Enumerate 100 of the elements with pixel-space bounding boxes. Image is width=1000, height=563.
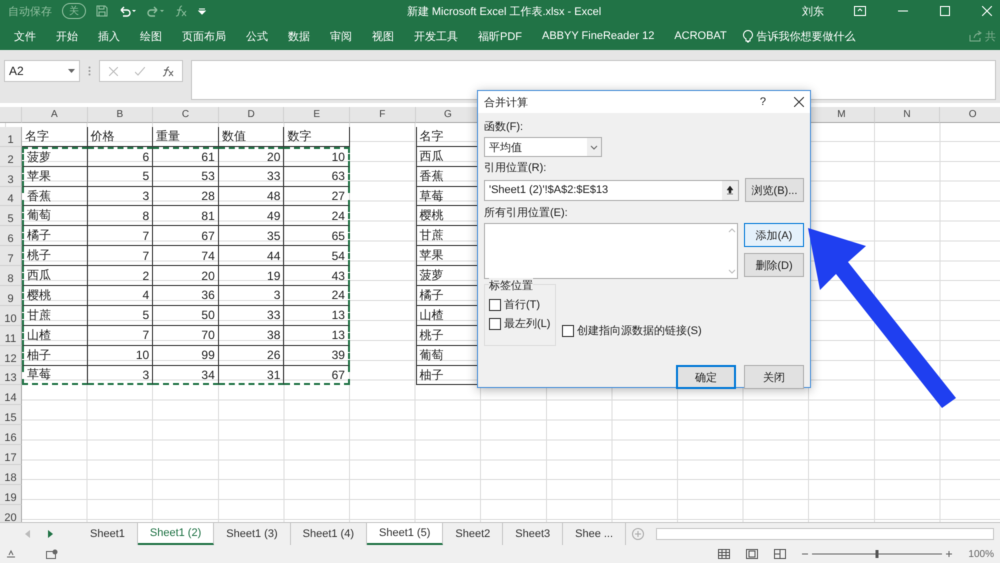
function-dropdown[interactable]: 平均值 — [484, 137, 602, 157]
column-header[interactable]: O — [940, 107, 1000, 123]
row-header[interactable]: 19 — [0, 484, 22, 505]
sheet-tab[interactable]: Sheet1 (5) — [367, 523, 444, 545]
row-header[interactable]: 12 — [0, 346, 22, 366]
macro-record-icon[interactable] — [46, 549, 58, 559]
browse-button[interactable]: 浏览(B)... — [744, 178, 804, 202]
close-icon[interactable] — [794, 97, 804, 107]
ready-icon — [6, 549, 16, 559]
function-icon[interactable] — [174, 5, 188, 17]
save-icon[interactable] — [96, 5, 108, 17]
ribbon-tab[interactable]: ABBYY FineReader 12 — [532, 30, 664, 42]
lightbulb-icon — [742, 29, 753, 43]
add-button[interactable]: 添加(A) — [744, 223, 804, 247]
help-button[interactable]: ? — [760, 96, 766, 108]
row-header[interactable]: 6 — [0, 226, 22, 246]
page-layout-icon[interactable] — [746, 549, 758, 559]
page-break-icon[interactable] — [774, 549, 786, 559]
ribbon-tab[interactable]: 开发工具 — [404, 28, 468, 44]
column-header[interactable]: B — [88, 107, 154, 123]
table-cell: 8 — [88, 206, 154, 226]
field-label: 引用位置(R): — [484, 161, 548, 175]
close-button[interactable]: 关闭 — [744, 365, 804, 389]
ribbon-tab[interactable]: 开始 — [46, 28, 88, 44]
ribbon-tab[interactable]: 视图 — [362, 28, 404, 44]
dialog-title: 合并计算 — [484, 96, 529, 110]
table-cell: 13 — [284, 326, 350, 346]
ribbon-display-icon[interactable] — [854, 6, 866, 16]
table-cell: 柚子 — [22, 346, 88, 366]
redo-icon[interactable] — [146, 5, 164, 17]
ribbon-tab[interactable]: 文件 — [4, 28, 46, 44]
reference-field[interactable]: 'Sheet1 (2)'!$A$2:$E$13 — [484, 180, 739, 200]
zoom-slider-thumb[interactable] — [876, 550, 879, 558]
column-header[interactable]: D — [218, 107, 284, 123]
ribbon-tab[interactable]: 页面布局 — [172, 28, 236, 44]
row-header[interactable]: 17 — [0, 445, 22, 466]
column-header[interactable]: A — [22, 107, 88, 123]
table-cell: 重量 — [153, 126, 219, 147]
table-cell: 7 — [88, 226, 154, 246]
table-cell: 4 — [88, 286, 154, 306]
column-header[interactable]: M — [809, 107, 875, 123]
table-cell: 20 — [153, 266, 219, 286]
table-cell: 26 — [218, 346, 284, 366]
maximize-icon[interactable] — [940, 6, 950, 16]
ribbon-tab[interactable]: 公式 — [236, 28, 278, 44]
name-box[interactable]: A2 — [4, 60, 80, 82]
undo-icon[interactable] — [118, 5, 136, 17]
row-header[interactable]: 8 — [0, 266, 22, 286]
next-sheet-icon[interactable] — [48, 530, 53, 538]
table-cell: 54 — [284, 246, 350, 266]
table-cell: 西瓜 — [22, 266, 88, 286]
horizontal-scrollbar[interactable] — [656, 528, 994, 540]
collapse-dialog-icon[interactable] — [722, 180, 738, 200]
table-cell: 28 — [153, 186, 219, 206]
column-header[interactable]: C — [153, 107, 219, 123]
ribbon-tab[interactable]: 审阅 — [320, 28, 362, 44]
ribbon-tab[interactable]: 插入 — [88, 28, 130, 44]
table-cell: 81 — [153, 206, 219, 226]
row-header[interactable]: 4 — [0, 186, 22, 206]
table-cell: 36 — [153, 286, 219, 306]
checkbox-label[interactable]: 最左列(L) — [504, 316, 550, 331]
delete-button[interactable]: 删除(D) — [744, 253, 804, 277]
row-header[interactable]: 7 — [0, 246, 22, 266]
ribbon-tab[interactable]: 福昕PDF — [468, 28, 532, 44]
checkbox-label[interactable]: 创建指向源数据的链接(S) — [577, 323, 702, 338]
normal-view-icon[interactable] — [718, 549, 730, 559]
checkbox[interactable] — [562, 324, 574, 336]
checkbox-label[interactable]: 首行(T) — [504, 297, 540, 312]
column-header[interactable]: F — [350, 107, 416, 123]
row-header[interactable]: 11 — [0, 326, 22, 346]
row-header[interactable]: 18 — [0, 465, 22, 485]
row-header[interactable]: 3 — [0, 166, 22, 187]
checkbox[interactable] — [489, 318, 501, 330]
checkbox[interactable] — [489, 298, 501, 310]
tell-me-search[interactable]: 告诉我你想要做什么 — [756, 28, 856, 44]
table-cell: 43 — [284, 266, 350, 286]
row-header[interactable]: 2 — [0, 146, 22, 167]
row-header[interactable]: 14 — [0, 385, 22, 406]
insert-function-icon[interactable] — [162, 66, 174, 76]
ok-button[interactable]: 确定 — [676, 365, 736, 389]
column-header[interactable]: N — [874, 107, 940, 123]
customize-icon[interactable] — [198, 6, 206, 16]
ribbon-tab[interactable]: 数据 — [278, 28, 320, 44]
row-header[interactable]: 13 — [0, 366, 22, 386]
row-header[interactable]: 5 — [0, 206, 22, 226]
sheet-tab[interactable]: Sheet1 (2) — [138, 523, 214, 545]
row-header[interactable]: 15 — [0, 405, 22, 426]
table-cell: 74 — [153, 246, 219, 266]
zoom-level[interactable]: 100% — [968, 548, 994, 560]
column-header[interactable]: E — [284, 107, 350, 123]
row-header[interactable]: 16 — [0, 425, 22, 446]
row-header[interactable]: 9 — [0, 286, 22, 306]
user-name[interactable]: 刘东 — [802, 4, 824, 18]
zoom-in-icon[interactable] — [946, 550, 952, 558]
row-header[interactable]: 1 — [0, 126, 22, 147]
row-header[interactable]: 10 — [0, 306, 22, 326]
table-cell: 数字 — [284, 126, 350, 147]
ribbon-tab[interactable]: 绘图 — [130, 28, 172, 44]
table-cell: 31 — [218, 366, 284, 386]
ribbon-tab[interactable]: ACROBAT — [664, 30, 737, 42]
